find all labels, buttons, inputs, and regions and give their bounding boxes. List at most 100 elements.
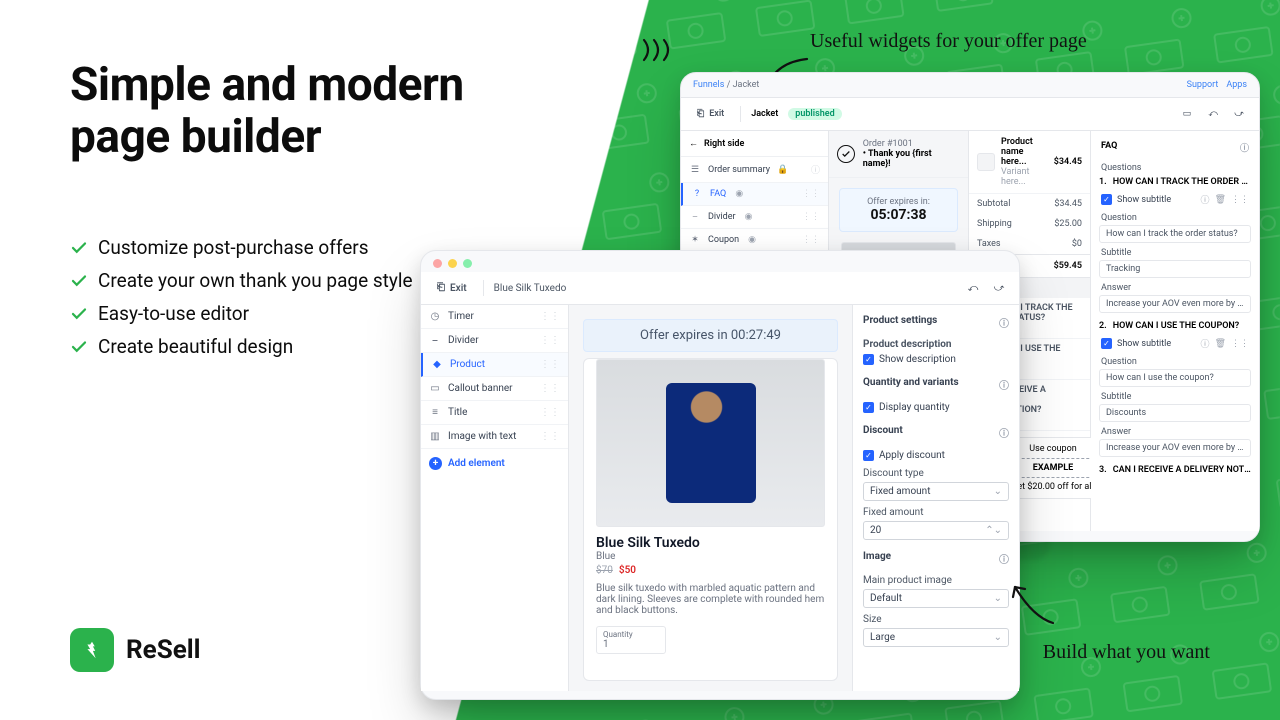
page-title: Blue Silk Tuxedo <box>494 283 567 294</box>
subtitle-input[interactable]: Tracking <box>1099 260 1251 278</box>
visibility-icon[interactable]: ◉ <box>733 189 745 199</box>
info-icon: ⓘ <box>999 377 1009 392</box>
thank-you-heading: • Thank you {first name}! <box>863 149 960 169</box>
text-icon: ≡ <box>429 407 441 418</box>
main-image-select[interactable]: Default⌄ <box>863 589 1009 608</box>
annotation-widgets: Useful widgets for your offer page <box>810 30 1087 53</box>
funnel-title: Jacket <box>751 109 778 119</box>
answer-input[interactable]: Increase your AOV even more by encouragi <box>1099 295 1251 313</box>
sidebar-item-coupon[interactable]: ✶Coupon◉⋮⋮ <box>681 229 828 252</box>
drag-icon[interactable]: ⋮⋮ <box>540 311 560 322</box>
preview-canvas: Offer expires in 00:27:49 Blue Silk Tuxe… <box>569 305 853 691</box>
check-icon <box>70 272 88 290</box>
check-icon <box>70 239 88 257</box>
receipt-icon: ☰ <box>689 165 701 175</box>
drag-icon[interactable]: ⋮⋮ <box>802 235 820 245</box>
drag-icon[interactable]: ⋮⋮ <box>540 335 560 346</box>
info-icon: ⓘ <box>1201 337 1210 350</box>
drag-icon[interactable]: ⋮⋮ <box>540 359 560 370</box>
sidebar-item-timer[interactable]: ◷Timer⋮⋮ <box>421 305 568 329</box>
sidebar-item-order-summary[interactable]: ☰Order summary🔒ⓘ <box>681 157 828 183</box>
show-description-checkbox[interactable]: ✓Show description <box>853 350 1019 369</box>
sidebar-item-faq[interactable]: ?FAQ◉⋮⋮ <box>681 183 828 206</box>
sidebar-header[interactable]: ←Right side <box>681 131 828 157</box>
check-icon <box>70 338 88 356</box>
check-circle-icon <box>837 145 855 163</box>
drag-icon[interactable]: ⋮⋮ <box>1231 339 1249 349</box>
editor-window-front: ⎗Exit Blue Silk Tuxedo ⤺ ⤻ ◷Timer⋮⋮ ⎯Div… <box>420 250 1020 700</box>
banner-icon: ▭ <box>429 383 441 394</box>
display-quantity-checkbox[interactable]: ✓Display quantity <box>853 398 1019 417</box>
device-desktop-icon[interactable]: ▭ <box>1177 104 1197 124</box>
info-icon: ⓘ <box>999 425 1009 440</box>
info-icon: ⓘ <box>999 315 1009 330</box>
undo-icon[interactable]: ⤺ <box>1203 104 1223 124</box>
sidebar-item-divider[interactable]: ⎯Divider⋮⋮ <box>421 329 568 353</box>
drag-icon[interactable]: ⋮⋮ <box>802 212 820 222</box>
fixed-amount-input[interactable]: 20⌃⌄ <box>863 521 1009 540</box>
product-description: Blue silk tuxedo with marbled aquatic pa… <box>596 583 825 616</box>
add-element-button[interactable]: +Add element <box>421 449 568 478</box>
exit-button[interactable]: ⎗Exit <box>691 106 730 122</box>
question-icon: ? <box>691 189 703 199</box>
redo-icon[interactable]: ⤻ <box>989 278 1009 298</box>
discount-type-select[interactable]: Fixed amount⌄ <box>863 482 1009 501</box>
faq-settings-panel: FAQⓘ Questions 1.HOW CAN I TRACK THE ORD… <box>1091 131 1259 531</box>
redo-icon[interactable]: ⤻ <box>1229 104 1249 124</box>
exit-icon: ⎗ <box>697 109 704 119</box>
page-headline: Simple and modern page builder <box>70 60 464 163</box>
apps-link[interactable]: Apps <box>1226 80 1247 90</box>
tag-icon: ◆ <box>431 359 443 370</box>
clock-icon: ◷ <box>429 311 441 322</box>
timer-widget: Offer expires in: 05:07:38 <box>839 188 958 232</box>
crumb-root[interactable]: Funnels <box>693 80 724 90</box>
image-icon <box>977 153 995 171</box>
drag-icon[interactable]: ⋮⋮ <box>540 383 560 394</box>
question-input[interactable]: How can I use the coupon? <box>1099 369 1251 387</box>
info-icon: ⓘ <box>999 551 1009 566</box>
product-image <box>596 359 825 527</box>
brand-name: ReSell <box>126 635 201 665</box>
image-icon: ▥ <box>429 431 441 442</box>
visibility-icon[interactable]: ◉ <box>743 212 755 222</box>
drag-icon[interactable]: ⋮⋮ <box>802 189 820 199</box>
timer-widget: Offer expires in 00:27:49 <box>583 319 838 352</box>
undo-icon[interactable]: ⤺ <box>963 278 983 298</box>
sidebar-item-product[interactable]: ◆Product⋮⋮ <box>421 353 568 377</box>
answer-input[interactable]: Increase your AOV even more by encouragi <box>1099 439 1251 457</box>
sidebar-item-title[interactable]: ≡Title⋮⋮ <box>421 401 568 425</box>
stepper-icon[interactable]: ⌃⌄ <box>985 525 1002 536</box>
brand-logo <box>70 628 114 672</box>
feature-bullets: Customize post-purchase offers Create yo… <box>70 236 413 358</box>
crumb-current: Jacket <box>733 80 760 90</box>
drag-icon[interactable]: ⋮⋮ <box>540 407 560 418</box>
drag-icon[interactable]: ⋮⋮ <box>1231 195 1249 205</box>
window-controls <box>421 251 1019 272</box>
visibility-icon[interactable]: ◉ <box>746 235 758 245</box>
quantity-field[interactable]: Quantity1 <box>596 626 666 654</box>
question-input[interactable]: How can I track the order status? <box>1099 225 1251 243</box>
support-link[interactable]: Support <box>1187 80 1219 90</box>
breadcrumb: Funnels / Jacket SupportApps <box>681 73 1259 98</box>
coupon-icon: ✶ <box>689 235 701 245</box>
exit-button[interactable]: ⎗Exit <box>431 279 473 297</box>
exit-icon: ⎗ <box>437 282 445 294</box>
apply-discount-checkbox[interactable]: ✓Apply discount <box>853 446 1019 465</box>
drag-icon[interactable]: ⋮⋮ <box>540 431 560 442</box>
trash-icon[interactable]: 🗑 <box>1215 195 1226 205</box>
status-badge: published <box>788 108 841 120</box>
size-select[interactable]: Large⌄ <box>863 628 1009 647</box>
chevron-left-icon: ← <box>689 138 698 149</box>
chevron-down-icon: ⌄ <box>994 632 1002 643</box>
show-subtitle-checkbox[interactable]: ✓Show subtitleⓘ🗑⋮⋮ <box>1091 333 1259 354</box>
product-price: $70$50 <box>596 565 825 576</box>
sidebar-item-image-text[interactable]: ▥Image with text⋮⋮ <box>421 425 568 449</box>
product-settings-panel: Product settingsⓘ Product description ✓S… <box>853 305 1019 691</box>
sidebar-item-divider[interactable]: ⎯Divider◉⋮⋮ <box>681 206 828 229</box>
sidebar-item-callout[interactable]: ▭Callout banner⋮⋮ <box>421 377 568 401</box>
order-number: Order #1001 <box>863 139 960 149</box>
subtitle-input[interactable]: Discounts <box>1099 404 1251 422</box>
show-subtitle-checkbox[interactable]: ✓Show subtitleⓘ🗑⋮⋮ <box>1091 189 1259 210</box>
info-icon: ⓘ <box>1240 141 1249 154</box>
trash-icon[interactable]: 🗑 <box>1215 339 1226 349</box>
